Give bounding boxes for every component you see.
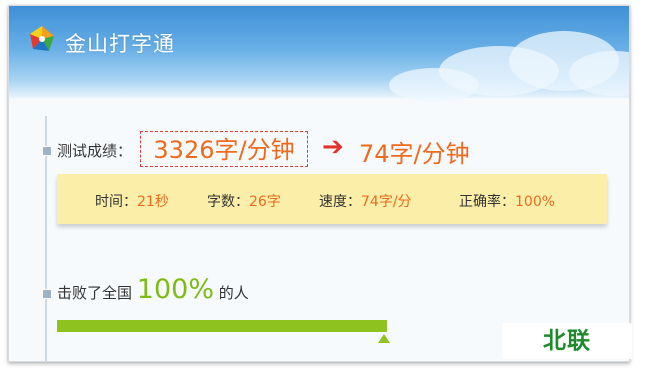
original-speed: 3326字/分钟 (140, 131, 308, 167)
stat-time-label: 时间： (95, 194, 137, 210)
new-speed: 74字/分钟 (359, 140, 470, 168)
stat-accuracy: 正确率：100% (459, 191, 555, 211)
stat-chars-value: 26字 (249, 194, 281, 210)
stat-speed-label: 速度： (319, 194, 361, 210)
stat-time: 时间：21秒 (95, 191, 169, 211)
progress-marker-icon (378, 334, 390, 343)
stat-speed-value: 74字/分 (361, 194, 412, 210)
ranking-progress-fill (57, 320, 387, 332)
stat-time-value: 21秒 (137, 194, 169, 210)
timeline-dot-score (42, 146, 52, 156)
ranking-prefix: 击败了全国 (57, 284, 133, 302)
ranking-percent: 100% (136, 274, 214, 305)
ranking-progress-bar (57, 320, 387, 332)
timeline-dot-ranking (42, 289, 52, 299)
header-banner: 金山打字通 (9, 6, 629, 102)
stats-panel: 时间：21秒 字数：26字 速度：74字/分 正确率：100% (57, 174, 607, 224)
kingsoft-logo-icon (30, 26, 54, 51)
stat-chars-label: 字数： (207, 194, 249, 210)
arrow-right-icon: ➔ (322, 132, 344, 162)
result-window: 金山打字通 测试成绩： 3326字/分钟 ➔ 74字/分钟 时间：21秒 字数：… (8, 5, 630, 362)
watermark: 北联 (502, 323, 632, 359)
stat-speed: 速度：74字/分 (319, 191, 412, 211)
stat-accuracy-value: 100% (515, 194, 556, 210)
app-title: 金山打字通 (65, 32, 175, 56)
ranking-suffix: 的人 (218, 284, 249, 302)
ranking-line: 击败了全国 100% 的人 (57, 274, 249, 305)
score-label: 测试成绩： (57, 142, 133, 160)
stat-chars: 字数：26字 (207, 191, 281, 211)
stat-accuracy-label: 正确率： (459, 194, 515, 210)
